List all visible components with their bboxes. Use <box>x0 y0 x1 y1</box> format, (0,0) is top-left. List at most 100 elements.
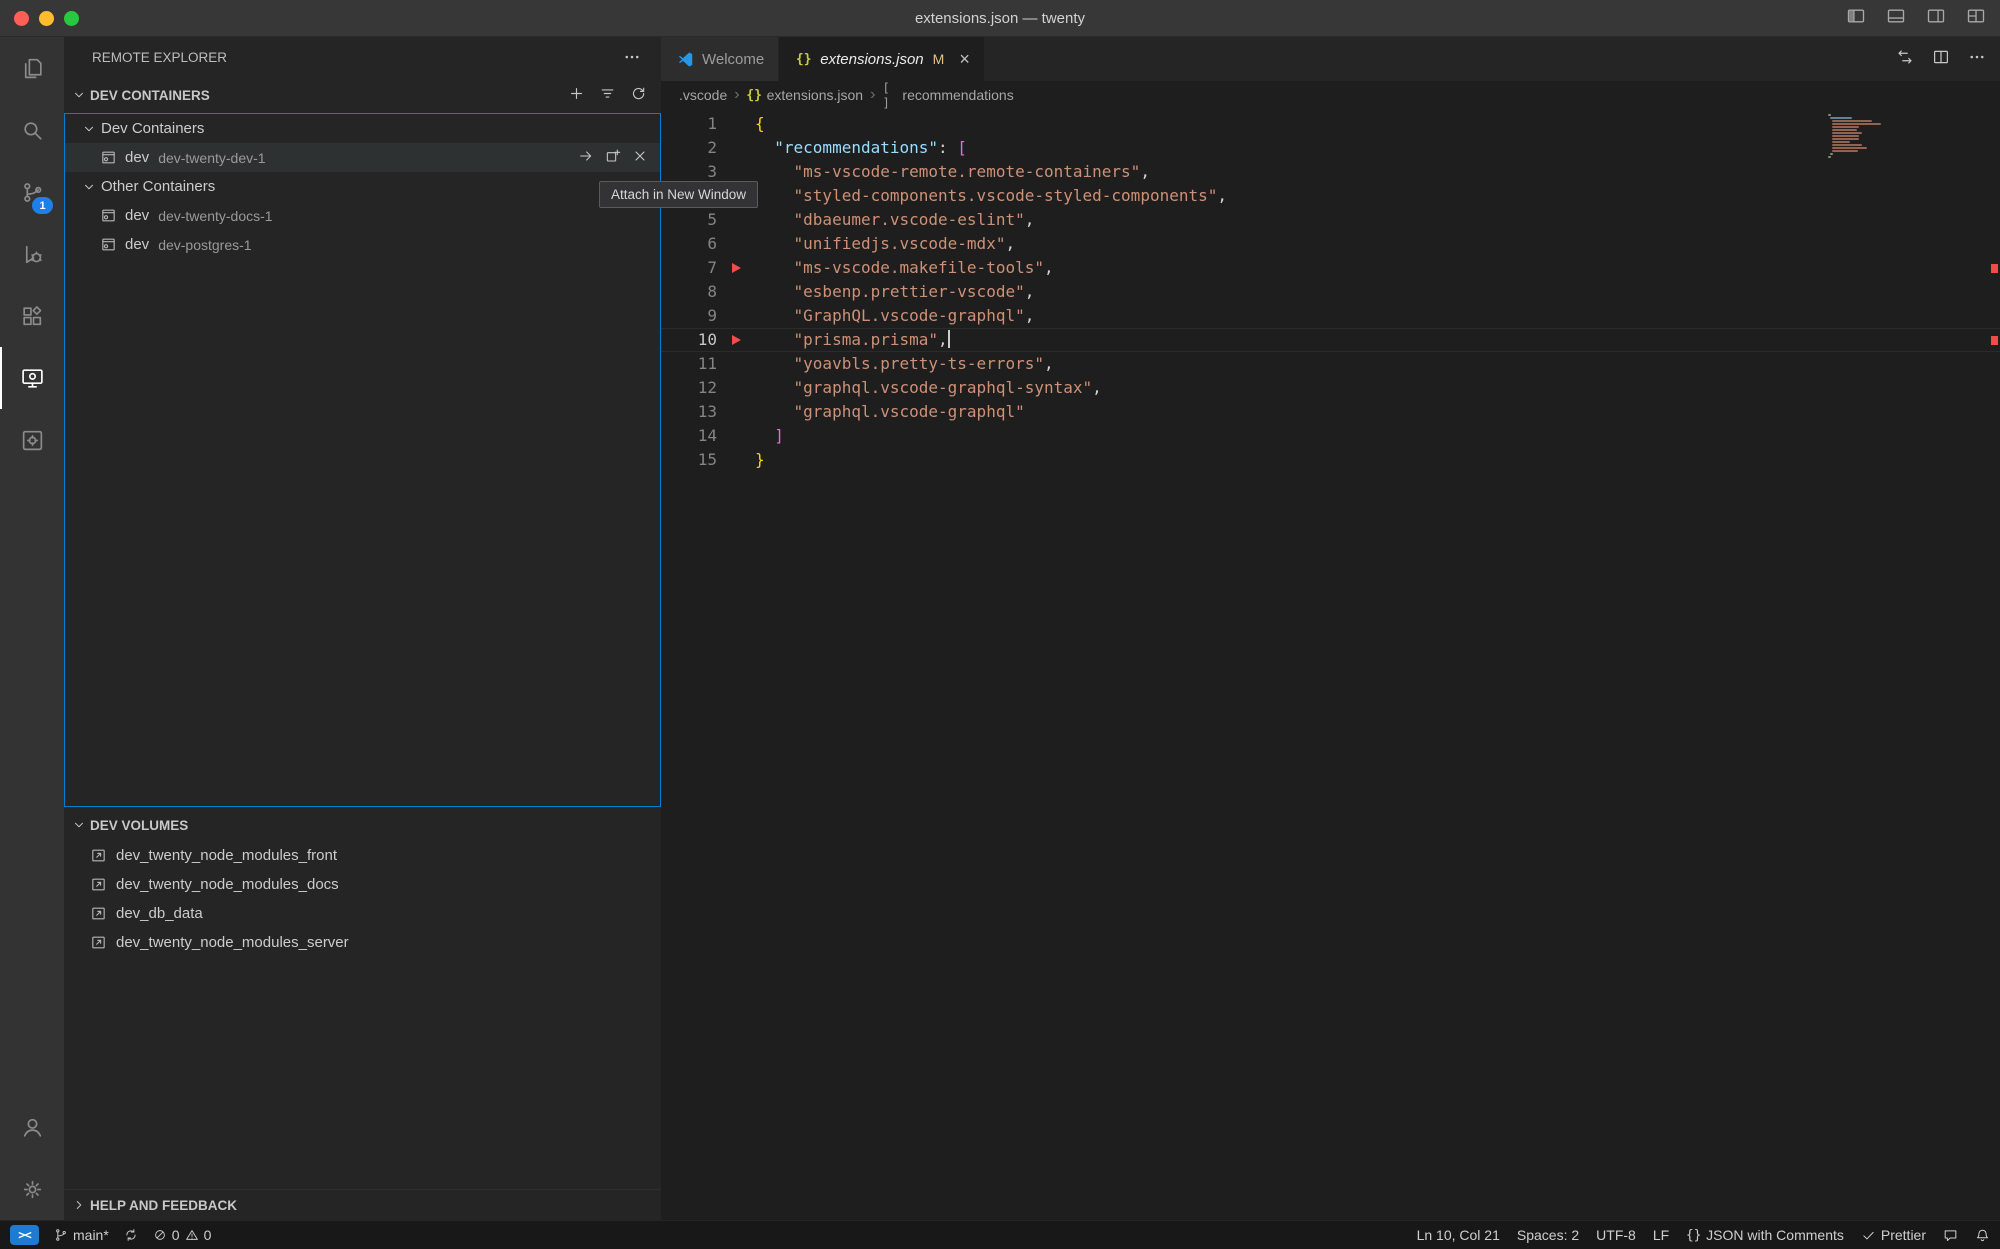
gutter[interactable] <box>717 448 755 472</box>
code-line-14[interactable]: 14 ] <box>661 424 2000 448</box>
status-indentation[interactable]: Spaces: 2 <box>1517 1227 1579 1243</box>
tab-extensions-json[interactable]: {}extensions.jsonM× <box>779 37 985 81</box>
action-new-dev-container[interactable] <box>568 85 585 105</box>
traffic-light-zoom[interactable] <box>64 11 79 26</box>
code-text: "prisma.prisma", <box>755 328 950 352</box>
breadcrumb-item-recommendations[interactable]: [ ]recommendations <box>882 87 1013 103</box>
section-dev-volumes[interactable]: DEV VOLUMES <box>64 809 661 841</box>
code-line-2[interactable]: 2 "recommendations": [ <box>661 136 2000 160</box>
breadcrumb-item--vscode[interactable]: .vscode <box>679 87 727 103</box>
code-line-12[interactable]: 12 "graphql.vscode-graphql-syntax", <box>661 376 2000 400</box>
action-stop[interactable] <box>632 148 648 168</box>
gutter[interactable] <box>717 328 755 352</box>
container-name: dev <box>125 236 149 253</box>
tree-item-dev-postgres-1[interactable]: devdev-postgres-1 <box>65 230 660 259</box>
code-editor[interactable]: 1{2 "recommendations": [3 "ms-vscode-rem… <box>661 109 2000 1220</box>
section-help-and-feedback[interactable]: HELP AND FEEDBACK <box>64 1189 661 1220</box>
status-formatter[interactable]: Prettier <box>1861 1227 1926 1243</box>
code-line-8[interactable]: 8 "esbenp.prettier-vscode", <box>661 280 2000 304</box>
tree-group-label: Other Containers <box>101 178 215 195</box>
tree-group[interactable]: Other Containers <box>65 172 660 201</box>
remote-indicator[interactable]: >< <box>10 1225 39 1245</box>
refresh-icon <box>630 85 647 102</box>
editor-action-more-actions[interactable] <box>1968 48 1986 71</box>
gutter[interactable] <box>717 304 755 328</box>
sidebar-spacer <box>64 957 661 1189</box>
code-line-6[interactable]: 6 "unifiedjs.vscode-mdx", <box>661 232 2000 256</box>
tree-item-dev-twenty-docs-1[interactable]: devdev-twenty-docs-1 <box>65 201 660 230</box>
activity-item-run-debug[interactable] <box>0 223 64 285</box>
code-line-1[interactable]: 1{ <box>661 112 2000 136</box>
code-line-15[interactable]: 15} <box>661 448 2000 472</box>
gutter[interactable] <box>717 232 755 256</box>
activity-item-search[interactable] <box>0 99 64 161</box>
code-line-4[interactable]: 4 "styled-components.vscode-styled-compo… <box>661 184 2000 208</box>
code-line-3[interactable]: 3 "ms-vscode-remote.remote-containers", <box>661 160 2000 184</box>
status-label: UTF-8 <box>1596 1227 1636 1243</box>
code-line-9[interactable]: 9 "GraphQL.vscode-graphql", <box>661 304 2000 328</box>
code-line-7[interactable]: 7 "ms-vscode.makefile-tools", <box>661 256 2000 280</box>
status-git-branch[interactable]: main* <box>54 1227 109 1243</box>
titlebar-toggle-secondary-sidebar[interactable] <box>1926 6 1946 31</box>
gutter[interactable] <box>717 280 755 304</box>
status-language-mode[interactable]: {}JSON with Comments <box>1686 1227 1844 1243</box>
overview-ruler-mark <box>1991 336 1998 345</box>
sidebar-more-actions-icon[interactable] <box>623 48 641 66</box>
activity-item-remote-explorer[interactable] <box>0 347 64 409</box>
gutter[interactable] <box>717 376 755 400</box>
status-eol[interactable]: LF <box>1653 1227 1669 1243</box>
gutter[interactable] <box>717 136 755 160</box>
activity-item-settings[interactable] <box>0 1158 64 1220</box>
minimap-line <box>1830 153 1833 155</box>
section-dev-containers[interactable]: DEV CONTAINERS <box>64 77 661 113</box>
status-label: Prettier <box>1881 1227 1926 1243</box>
status-feedback[interactable] <box>1943 1228 1958 1243</box>
gutter[interactable] <box>717 424 755 448</box>
tree-item-dev-twenty-dev-1[interactable]: devdev-twenty-dev-1 <box>65 143 660 172</box>
titlebar-toggle-panel[interactable] <box>1886 6 1906 31</box>
editor-action-split-editor[interactable] <box>1932 48 1950 71</box>
gutter[interactable] <box>717 208 755 232</box>
status-problems[interactable]: 00 <box>153 1227 212 1243</box>
volume-label: dev_twenty_node_modules_docs <box>116 876 339 893</box>
code-line-5[interactable]: 5 "dbaeumer.vscode-eslint", <box>661 208 2000 232</box>
activity-item-explorer[interactable] <box>0 37 64 99</box>
minimap[interactable] <box>1828 114 1980 158</box>
traffic-light-minimize[interactable] <box>39 11 54 26</box>
titlebar-customize-layout[interactable] <box>1966 6 1986 31</box>
breadcrumb-item-extensions-json[interactable]: {}extensions.json <box>747 87 864 103</box>
code-text: "dbaeumer.vscode-eslint", <box>755 208 1034 232</box>
traffic-light-close[interactable] <box>14 11 29 26</box>
status-sync[interactable] <box>124 1228 138 1242</box>
code-line-13[interactable]: 13 "graphql.vscode-graphql" <box>661 400 2000 424</box>
status-cursor-position[interactable]: Ln 10, Col 21 <box>1417 1227 1500 1243</box>
volume-item-dev_db_data[interactable]: dev_db_data <box>64 899 661 928</box>
activity-item-extensions[interactable] <box>0 285 64 347</box>
gutter[interactable] <box>717 352 755 376</box>
volume-item-dev_twenty_node_modules_docs[interactable]: dev_twenty_node_modules_docs <box>64 870 661 899</box>
gutter[interactable] <box>717 112 755 136</box>
gutter[interactable] <box>717 256 755 280</box>
editor-actions <box>1896 37 1986 81</box>
more-icon <box>1968 48 1986 66</box>
titlebar-toggle-primary-sidebar[interactable] <box>1846 6 1866 31</box>
close-tab-icon[interactable]: × <box>959 50 970 68</box>
tab-welcome[interactable]: Welcome <box>661 37 779 81</box>
status-notifications[interactable] <box>1975 1228 1990 1243</box>
tree-group[interactable]: Dev Containers <box>65 114 660 143</box>
action-filter[interactable] <box>599 85 616 105</box>
action-attach-new-window[interactable] <box>605 148 621 168</box>
action-refresh[interactable] <box>630 85 647 105</box>
volume-item-dev_twenty_node_modules_server[interactable]: dev_twenty_node_modules_server <box>64 928 661 957</box>
activity-item-accounts[interactable] <box>0 1096 64 1158</box>
activity-item-dev-containers[interactable] <box>0 409 64 471</box>
action-attach[interactable] <box>578 148 594 168</box>
status-encoding[interactable]: UTF-8 <box>1596 1227 1636 1243</box>
activity-item-source-control[interactable]: 1 <box>0 161 64 223</box>
gutter[interactable] <box>717 400 755 424</box>
code-line-11[interactable]: 11 "yoavbls.pretty-ts-errors", <box>661 352 2000 376</box>
volume-item-dev_twenty_node_modules_front[interactable]: dev_twenty_node_modules_front <box>64 841 661 870</box>
code-line-10[interactable]: 10 "prisma.prisma", <box>661 328 2000 352</box>
section-help-label: HELP AND FEEDBACK <box>90 1198 237 1213</box>
editor-action-open-changes[interactable] <box>1896 48 1914 71</box>
